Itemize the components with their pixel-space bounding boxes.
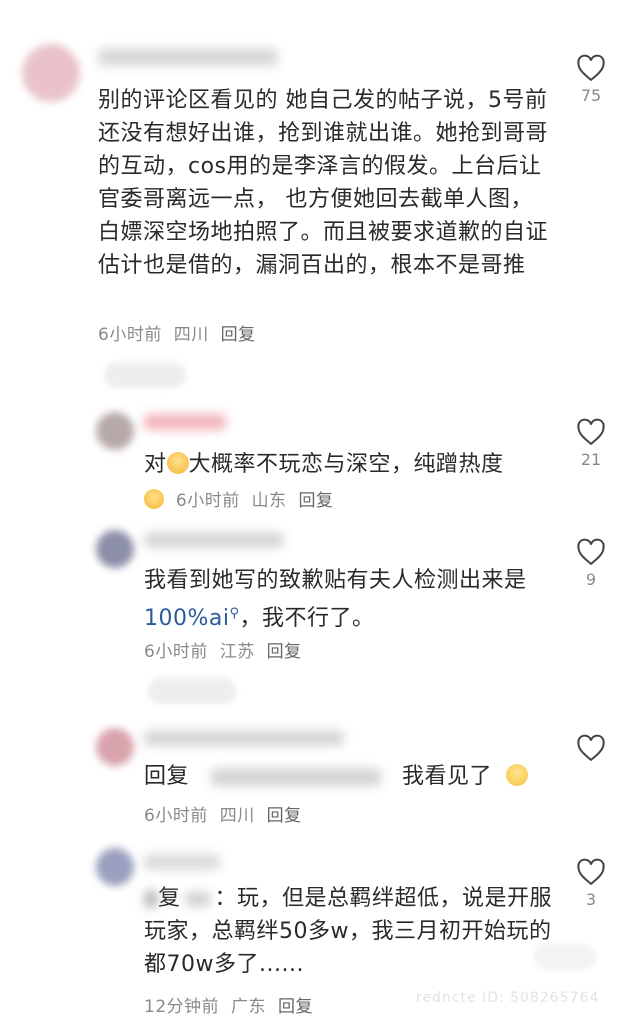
username[interactable] — [144, 414, 226, 430]
watermark: redncte ID: 508265764 — [416, 990, 600, 1006]
like-count: 21 — [580, 450, 602, 469]
comment-time: 6小时前 — [144, 806, 208, 826]
like-count: 75 — [580, 86, 602, 105]
comment-meta: 6小时前 江苏 回复 — [144, 637, 302, 662]
comment-meta: 6小时前 四川 回复 — [144, 801, 302, 826]
avatar[interactable] — [22, 44, 80, 102]
like-button[interactable]: 75 — [571, 54, 611, 105]
avatar[interactable] — [96, 848, 134, 886]
reply-button[interactable]: 回复 — [221, 325, 256, 345]
comment-meta: 6小时前 四川 回复 — [98, 320, 256, 345]
comment-time: 6小时前 — [144, 642, 208, 662]
username[interactable] — [144, 730, 344, 746]
username[interactable] — [144, 532, 284, 548]
comment-time: 12分钟前 — [144, 997, 220, 1017]
comment-location: 广东 — [231, 997, 267, 1017]
comment-location: 四川 — [219, 806, 255, 826]
comment-text: 我看到她写的致歉贴有夫人检测出来是100%ai⚲，我不行了。 — [144, 568, 527, 631]
avatar[interactable] — [96, 728, 134, 766]
comment-text: 回复 我看见了 — [144, 760, 564, 793]
heart-icon — [577, 538, 605, 566]
heart-icon — [577, 858, 605, 886]
like-count: 9 — [585, 570, 597, 589]
watermark-logo — [534, 944, 596, 970]
like-button[interactable]: 9 — [571, 538, 611, 589]
crying-emoji-icon — [144, 489, 164, 509]
heart-icon — [577, 418, 605, 446]
expand-replies-button[interactable] — [148, 678, 236, 704]
comment-time: 6小时前 — [98, 325, 162, 345]
comment-text: 复：玩，但是总羁绊超低，说是开服玩家，总羁绊50多w，我三月初开始玩的都70w多… — [144, 886, 553, 977]
avatar[interactable] — [96, 530, 134, 568]
comment-text: 别的评论区看见的 她自己发的帖子说，5号前还没有想好出谁，抢到谁就出谁。她抢到哥… — [98, 88, 549, 278]
reply-prefix-blur — [144, 890, 158, 908]
mentioned-user[interactable] — [184, 891, 211, 907]
comment-text: 对大概率不玩恋与深空，纯蹭热度 — [144, 452, 504, 477]
comment-meta: 12分钟前 广东 回复 — [144, 992, 313, 1017]
username[interactable] — [144, 854, 220, 870]
comment-location: 江苏 — [219, 642, 255, 662]
reply-button[interactable]: 回复 — [278, 997, 313, 1017]
avatar[interactable] — [96, 412, 134, 450]
search-icon[interactable]: ⚲ — [230, 606, 240, 621]
expressionless-emoji-icon — [505, 764, 528, 786]
comment-location: 四川 — [173, 325, 209, 345]
username[interactable] — [98, 48, 278, 66]
reply-button[interactable]: 回复 — [267, 806, 302, 826]
comment-location: 山东 — [251, 491, 287, 511]
like-button[interactable]: 21 — [571, 418, 611, 469]
mentioned-user[interactable] — [210, 768, 381, 786]
heart-icon — [577, 734, 605, 762]
like-button[interactable]: 3 — [571, 858, 611, 909]
comment-time: 6小时前 — [175, 491, 240, 511]
link-100-ai[interactable]: 100%ai — [144, 606, 230, 631]
expand-replies-button[interactable] — [104, 362, 186, 388]
reply-button[interactable]: 回复 — [299, 491, 334, 511]
like-count: 3 — [585, 890, 597, 909]
reply-button[interactable]: 回复 — [267, 642, 302, 662]
heart-icon — [577, 54, 605, 82]
crying-emoji-icon — [166, 452, 189, 474]
like-button[interactable] — [571, 734, 611, 766]
comment-meta: 6小时前 山东 回复 — [144, 486, 334, 511]
